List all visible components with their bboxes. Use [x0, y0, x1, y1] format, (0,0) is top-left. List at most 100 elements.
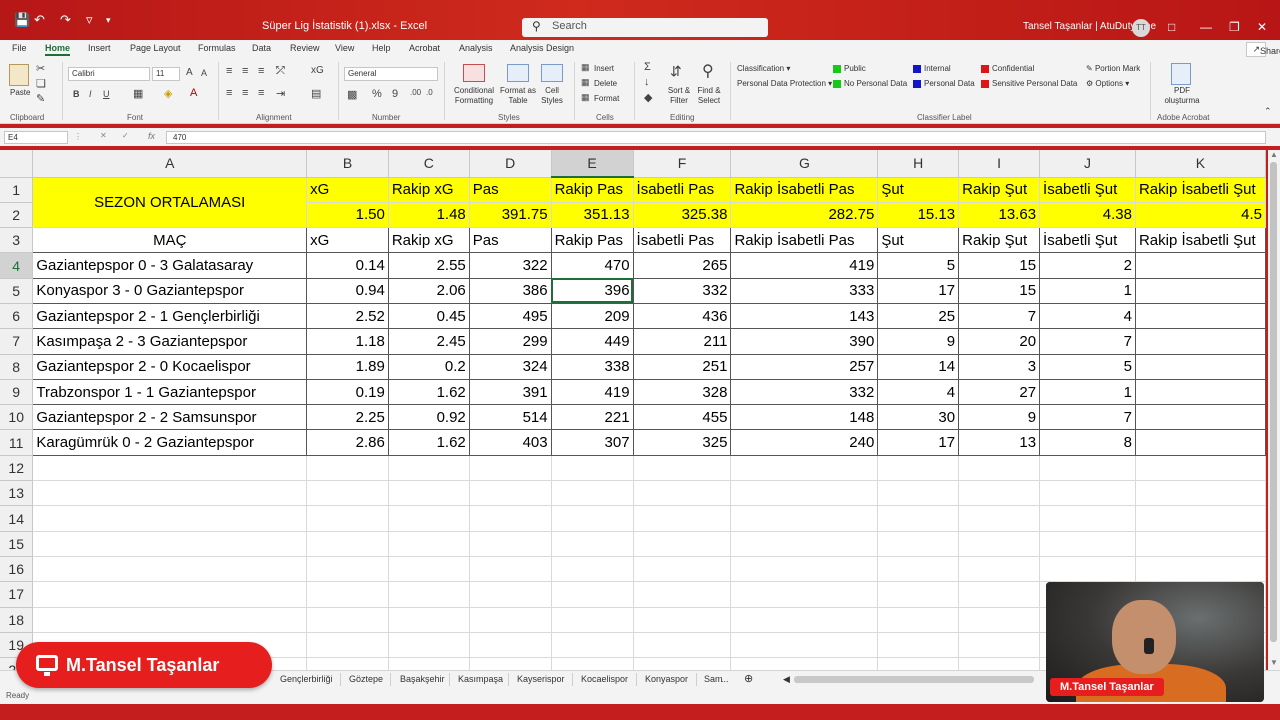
cell-h1[interactable]: Şut: [877, 177, 960, 203]
cell-d1[interactable]: Pas: [469, 177, 552, 203]
cell-j10[interactable]: 7: [1039, 404, 1136, 431]
cell-a1[interactable]: SEZON ORTALAMASI: [32, 177, 308, 229]
cell-f7[interactable]: 211: [633, 328, 732, 355]
cell-k11[interactable]: [1135, 429, 1266, 456]
vertical-scrollbar[interactable]: ▲ ▼: [1268, 150, 1280, 670]
tab-help[interactable]: Help: [372, 43, 391, 53]
empty-cell[interactable]: [469, 657, 552, 670]
cell-j6[interactable]: 4: [1039, 303, 1136, 330]
cell-i1[interactable]: Rakip Şut: [958, 177, 1041, 203]
cell-h7[interactable]: 9: [877, 328, 960, 355]
row-header[interactable]: 18: [0, 607, 34, 633]
row-header[interactable]: 16: [0, 556, 34, 583]
empty-cell[interactable]: [730, 505, 879, 532]
empty-cell[interactable]: [730, 632, 879, 659]
font-color-icon[interactable]: A: [190, 87, 197, 99]
cell-d8[interactable]: 324: [469, 354, 552, 380]
paste-icon[interactable]: [9, 64, 29, 86]
column-header-h[interactable]: H: [877, 150, 960, 178]
cell-g11[interactable]: 240: [730, 429, 879, 456]
empty-cell[interactable]: [1135, 480, 1266, 507]
save-icon[interactable]: 💾: [14, 12, 30, 28]
confidential-label-button[interactable]: Confidential: [981, 64, 1034, 73]
cell-k8[interactable]: [1135, 354, 1266, 380]
empty-cell[interactable]: [730, 480, 879, 507]
empty-cell[interactable]: [633, 480, 732, 507]
cell-f8[interactable]: 251: [633, 354, 732, 380]
cell-k9[interactable]: [1135, 379, 1266, 406]
cell-b10[interactable]: 2.25: [306, 404, 389, 431]
empty-cell[interactable]: [32, 505, 308, 532]
empty-cell[interactable]: [730, 531, 879, 557]
cell-i11[interactable]: 13: [958, 429, 1041, 456]
sort-filter-icon[interactable]: ⇵: [670, 63, 682, 80]
cell-e4[interactable]: 470: [551, 252, 634, 279]
cell-j3[interactable]: İsabetli Şut: [1039, 227, 1136, 254]
decrease-font-icon[interactable]: A: [201, 68, 207, 78]
cell-e10[interactable]: 221: [551, 404, 634, 431]
empty-cell[interactable]: [877, 480, 960, 507]
empty-cell[interactable]: [469, 632, 552, 659]
empty-cell[interactable]: [1135, 556, 1266, 583]
cell-k10[interactable]: [1135, 404, 1266, 431]
empty-cell[interactable]: [469, 581, 552, 608]
empty-cell[interactable]: [958, 581, 1041, 608]
orientation-icon[interactable]: ⤱: [276, 65, 285, 78]
empty-cell[interactable]: [1039, 505, 1136, 532]
tab-analysis[interactable]: Analysis: [459, 43, 493, 53]
column-header-b[interactable]: B: [306, 150, 389, 178]
empty-cell[interactable]: [730, 455, 879, 482]
cell-g3[interactable]: Rakip İsabetli Pas: [730, 227, 879, 254]
tab-home[interactable]: Home: [45, 43, 71, 56]
empty-cell[interactable]: [469, 455, 552, 482]
row-header[interactable]: 2: [0, 202, 34, 229]
empty-cell[interactable]: [877, 607, 960, 633]
delete-cells-icon[interactable]: ▦: [581, 77, 590, 88]
increase-decimal-icon[interactable]: .00: [410, 88, 421, 97]
empty-cell[interactable]: [1039, 531, 1136, 557]
cell-a4[interactable]: Gaziantepspor 0 - 3 Galatasaray: [32, 252, 308, 279]
empty-cell[interactable]: [388, 480, 470, 507]
clear-icon[interactable]: ◆: [644, 91, 652, 104]
empty-cell[interactable]: [551, 632, 634, 659]
scroll-up-icon[interactable]: ▲: [1270, 150, 1278, 159]
empty-cell[interactable]: [388, 581, 470, 608]
paste-button[interactable]: Paste: [10, 88, 30, 97]
row-header[interactable]: 10: [0, 404, 34, 431]
empty-cell[interactable]: [730, 657, 879, 670]
add-sheet-icon[interactable]: ⊕: [744, 672, 753, 685]
cell-h6[interactable]: 25: [877, 303, 960, 330]
italic-icon[interactable]: I: [89, 89, 92, 99]
empty-cell[interactable]: [306, 556, 389, 583]
cell-k5[interactable]: [1135, 278, 1266, 304]
cell-b8[interactable]: 1.89: [306, 354, 389, 380]
cell-e8[interactable]: 338: [551, 354, 634, 380]
empty-cell[interactable]: [958, 556, 1041, 583]
cell-a7[interactable]: Kasımpaşa 2 - 3 Gaziantepspor: [32, 328, 308, 355]
column-header-c[interactable]: C: [388, 150, 470, 178]
empty-cell[interactable]: [877, 632, 960, 659]
column-header-f[interactable]: F: [633, 150, 732, 178]
cell-e7[interactable]: 449: [551, 328, 634, 355]
empty-cell[interactable]: [551, 657, 634, 670]
cell-b11[interactable]: 2.86: [306, 429, 389, 456]
cell-a10[interactable]: Gaziantepspor 2 - 2 Samsunspor: [32, 404, 308, 431]
empty-cell[interactable]: [469, 607, 552, 633]
format-as-table-button[interactable]: Format as Table: [500, 86, 536, 106]
cell-a3[interactable]: MAÇ: [32, 227, 308, 254]
cell-e11[interactable]: 307: [551, 429, 634, 456]
empty-cell[interactable]: [306, 657, 389, 670]
cell-a9[interactable]: Trabzonspor 1 - 1 Gaziantepspor: [32, 379, 308, 406]
empty-cell[interactable]: [633, 581, 732, 608]
empty-cell[interactable]: [958, 480, 1041, 507]
empty-cell[interactable]: [551, 556, 634, 583]
formula-input[interactable]: 470: [166, 131, 1266, 144]
empty-cell[interactable]: [633, 455, 732, 482]
merge-center-icon[interactable]: ▤: [311, 87, 321, 100]
cell-d11[interactable]: 403: [469, 429, 552, 456]
cell-d5[interactable]: 386: [469, 278, 552, 304]
empty-cell[interactable]: [877, 657, 960, 670]
row-header[interactable]: 14: [0, 505, 34, 532]
empty-cell[interactable]: [32, 531, 308, 557]
comma-icon[interactable]: 9: [392, 88, 398, 100]
